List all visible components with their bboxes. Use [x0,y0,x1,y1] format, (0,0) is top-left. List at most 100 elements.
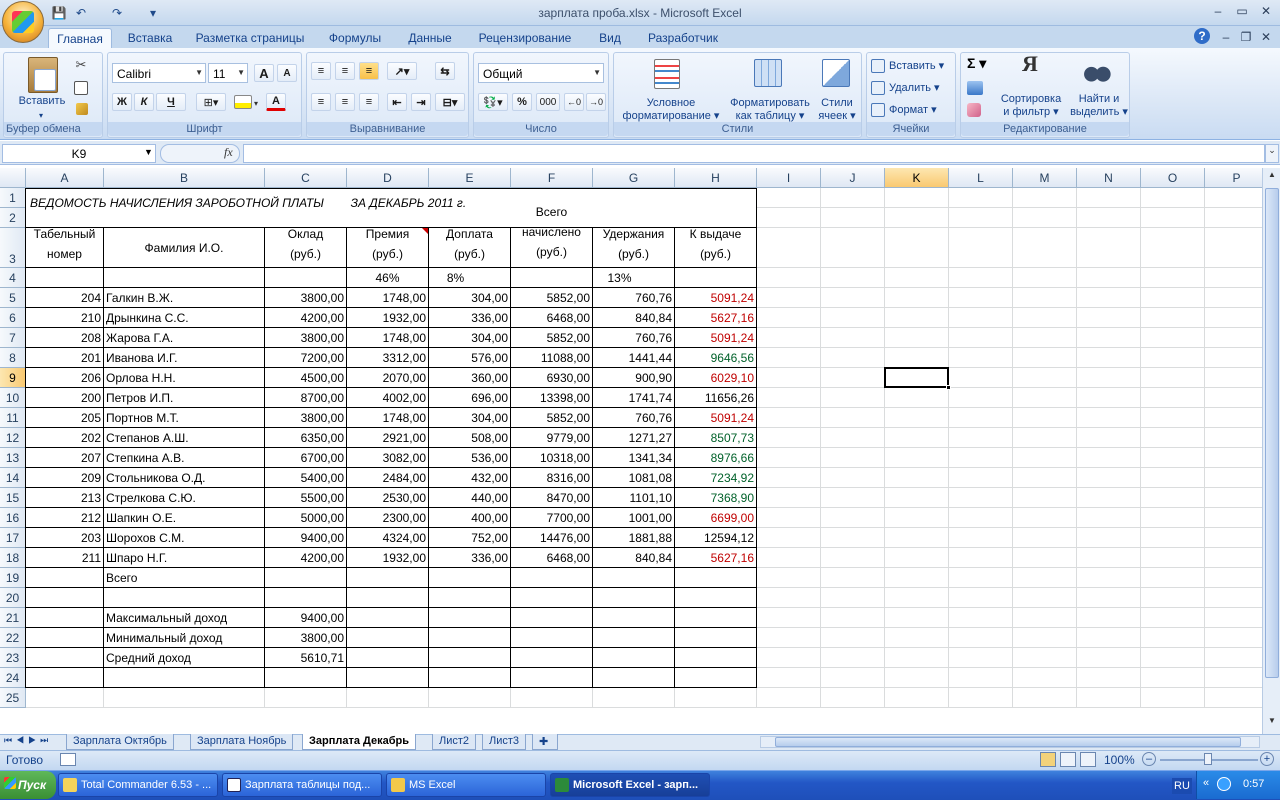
fill-icon[interactable] [967,81,983,95]
font-color-button[interactable]: А [266,93,286,111]
macro-record-icon[interactable] [60,753,76,766]
employee-name[interactable]: Жарова Г.А. [104,328,264,348]
employee-id[interactable]: 202 [26,428,103,448]
row-header[interactable]: 25 [0,688,26,708]
total-accrued[interactable]: 11088,00 [511,348,592,368]
net-pay[interactable]: 11656,26 [675,388,756,408]
employee-name[interactable]: Стрелкова С.Ю. [104,488,264,508]
row-header[interactable]: 9 [0,368,26,388]
column-header[interactable]: N [1077,168,1141,188]
net-pay[interactable]: 5091,24 [675,408,756,428]
net-pay[interactable]: 8507,73 [675,428,756,448]
salary[interactable]: 3800,00 [265,288,346,308]
extra-pay[interactable]: 304,00 [429,408,510,428]
bonus[interactable]: 3082,00 [347,448,428,468]
cut-icon[interactable]: ✂ [72,58,90,71]
deductions[interactable]: 1271,27 [593,428,674,448]
format-cells-button[interactable]: Формат ▾ [889,104,955,117]
find-select-button[interactable]: Найти и выделить ▾ [1069,93,1129,119]
task-total-commander[interactable]: Total Commander 6.53 - ... [58,773,218,797]
bonus[interactable]: 1748,00 [347,408,428,428]
total-accrued[interactable]: 6468,00 [511,308,592,328]
task-word-document[interactable]: Зарплата таблицы под... [222,773,382,797]
extra-pay[interactable]: 304,00 [429,328,510,348]
row-header[interactable]: 17 [0,528,26,548]
net-pay[interactable]: 8976,66 [675,448,756,468]
column-title[interactable]: Премия (руб.) [347,224,428,264]
column-title[interactable]: Удержания (руб.) [593,224,674,264]
tab-review[interactable]: Рецензирование [470,28,580,48]
bonus[interactable]: 2484,00 [347,468,428,488]
salary[interactable]: 3800,00 [265,408,346,428]
total-accrued[interactable]: 8470,00 [511,488,592,508]
net-pay[interactable]: 9646,56 [675,348,756,368]
stat-value[interactable]: 3800,00 [265,628,346,648]
row-header[interactable]: 21 [0,608,26,628]
employee-id[interactable]: 213 [26,488,103,508]
row-header[interactable]: 6 [0,308,26,328]
bonus[interactable]: 1932,00 [347,548,428,568]
grow-font-button[interactable]: A [254,64,274,82]
tab-page-layout[interactable]: Разметка страницы [190,28,310,48]
employee-name[interactable]: Шапкин О.Е. [104,508,264,528]
deductions[interactable]: 900,90 [593,368,674,388]
task-excel[interactable]: Microsoft Excel - зарп... [550,773,710,797]
employee-name[interactable]: Шпаро Н.Г. [104,548,264,568]
paste-button[interactable]: Вставить [12,95,72,108]
tab-insert[interactable]: Вставка [120,28,180,48]
deductions[interactable]: 1001,00 [593,508,674,528]
tab-view[interactable]: Вид [590,28,630,48]
currency-format-icon[interactable]: 💱▾ [478,93,508,111]
increase-indent-icon[interactable]: ⇥ [411,93,431,111]
employee-name[interactable]: Петров И.П. [104,388,264,408]
tab-home[interactable]: Главная [48,28,112,49]
stat-label[interactable]: Минимальный доход [104,628,264,648]
deductions[interactable]: 760,76 [593,408,674,428]
clear-icon[interactable] [967,103,981,117]
deductions[interactable]: 1101,10 [593,488,674,508]
chevron-down-icon[interactable]: ▾ [254,97,258,110]
salary[interactable]: 5400,00 [265,468,346,488]
column-header[interactable]: B [104,168,265,188]
zoom-out-icon[interactable]: – [1142,752,1156,766]
name-box-dropdown-icon[interactable]: ▼ [144,147,153,157]
font-size-combo[interactable]: 11 ▼ [208,63,248,83]
normal-view-icon[interactable] [1040,752,1056,767]
extra-pay[interactable]: 576,00 [429,348,510,368]
rate-deduct[interactable]: 13% [593,268,674,288]
column-header[interactable]: F [511,168,593,188]
align-middle-icon[interactable]: ≡ [335,62,355,80]
formula-input[interactable] [243,144,1265,163]
salary[interactable]: 7200,00 [265,348,346,368]
sheet-tab-november[interactable]: Зарплата Ноябрь [190,734,294,750]
insert-cells-button[interactable]: Вставить ▾ [889,60,955,73]
extra-pay[interactable]: 752,00 [429,528,510,548]
copy-icon[interactable] [74,81,88,95]
column-header[interactable]: D [347,168,429,188]
underline-button[interactable]: Ч [156,93,186,111]
deductions[interactable]: 1741,74 [593,388,674,408]
row-header[interactable]: 16 [0,508,26,528]
conditional-formatting-button[interactable]: Условное форматирование ▾ [616,97,726,123]
tab-developer[interactable]: Разработчик [638,28,728,48]
net-pay[interactable]: 12594,12 [675,528,756,548]
sheet-tab-december[interactable]: Зарплата Декабрь [302,734,417,750]
employee-name[interactable]: Степанов А.Ш. [104,428,264,448]
employee-id[interactable]: 200 [26,388,103,408]
scroll-down-icon[interactable]: ▼ [1265,716,1279,730]
row-header[interactable]: 11 [0,408,26,428]
row-header[interactable]: 7 [0,328,26,348]
column-header[interactable]: J [821,168,885,188]
salary[interactable]: 5000,00 [265,508,346,528]
net-pay[interactable]: 7368,90 [675,488,756,508]
column-title[interactable]: Табельный номер [26,224,103,264]
total-label[interactable]: Всего [104,568,264,588]
stat-label[interactable]: Средний доход [104,648,264,668]
name-box[interactable]: K9 [2,144,156,163]
ribbon-minimize-button[interactable]: – [1216,28,1236,46]
column-title[interactable]: Доплата (руб.) [429,224,510,264]
autosum-button[interactable]: Σ ▾ [967,56,997,70]
deductions[interactable]: 1081,08 [593,468,674,488]
total-accrued[interactable]: 6468,00 [511,548,592,568]
extra-pay[interactable]: 432,00 [429,468,510,488]
